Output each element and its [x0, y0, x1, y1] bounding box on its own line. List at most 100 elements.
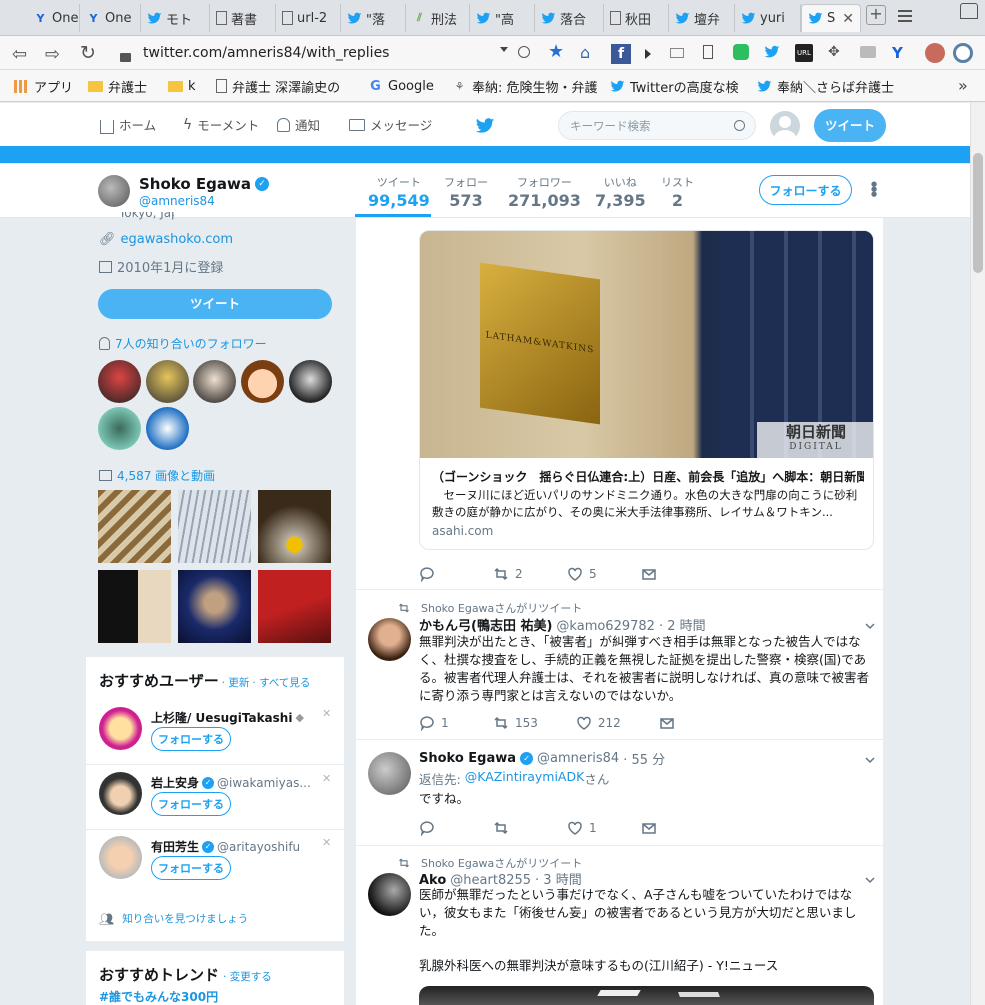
media-thumbnail[interactable] [98, 570, 171, 643]
media-thumbnail[interactable] [258, 570, 331, 643]
tweet-avatar[interactable] [368, 873, 411, 916]
address-bar[interactable]: twitter.com/amneris84/with_replies [110, 40, 540, 66]
profile-name[interactable]: Shoko Egawa ✓ [139, 175, 269, 193]
search-icon[interactable] [734, 120, 745, 131]
browser-tab[interactable]: S ✕ [801, 4, 861, 32]
tab-list-icon[interactable] [898, 10, 912, 22]
dismiss-icon[interactable]: ✕ [322, 772, 331, 785]
browser-tab[interactable]: yuri [735, 4, 801, 32]
media-thumbnail[interactable] [98, 490, 171, 563]
retweet-button[interactable]: 2 [493, 566, 529, 582]
profile-stat[interactable]: ツイート 99,549 [368, 174, 430, 210]
known-followers-text[interactable]: 7人の知り合いのフォロワー [115, 335, 267, 352]
profile-handle[interactable]: @amneris84 [139, 194, 215, 208]
media-thumbnail[interactable] [178, 490, 251, 563]
nav-notifications[interactable]: 通知 [277, 115, 320, 134]
follower-avatar[interactable] [146, 407, 189, 450]
bookmark-item[interactable]: 弁護士 [88, 77, 147, 96]
suggested-follow-button[interactable]: フォローする [151, 856, 231, 880]
follower-avatar[interactable] [146, 360, 189, 403]
facebook-icon[interactable]: f [611, 44, 631, 64]
suggested-user-avatar[interactable] [99, 707, 142, 750]
profile-stat[interactable]: フォロワー 271,093 [508, 174, 581, 210]
close-icon[interactable]: ✕ [842, 11, 854, 27]
bookmark-item[interactable]: アプリ [14, 77, 73, 96]
y-ext-icon[interactable]: Y [892, 44, 903, 62]
twitter-bird-logo[interactable] [474, 116, 496, 136]
media-link-text[interactable]: 4,587 画像と動画 [117, 467, 215, 484]
zoom-icon[interactable] [518, 46, 530, 58]
known-followers-link[interactable]: 7人の知り合いのフォロワー [99, 335, 267, 352]
twitter-ext-icon[interactable] [764, 44, 780, 60]
find-friends-text[interactable]: 知り合いを見つけましょう [122, 911, 248, 926]
suggested-user-handle[interactable]: @iwakamiyas... [217, 776, 311, 790]
browser-tab[interactable]: Y One [27, 4, 80, 32]
follower-avatar[interactable] [241, 360, 284, 403]
url-shortener-icon[interactable]: URL [795, 44, 813, 62]
profile-follow-button[interactable]: フォローする [759, 175, 852, 205]
browser-tab[interactable]: "高 [470, 4, 535, 32]
reply-button[interactable] [419, 820, 455, 836]
like-button[interactable]: 1 [567, 820, 603, 836]
bookmark-item[interactable]: ⚘ 奉納: 危険生物・弁護 [452, 77, 598, 96]
shirt-icon[interactable] [960, 3, 978, 19]
browser-tab[interactable]: 落合 [535, 4, 604, 32]
view-all-link[interactable]: · すべて見る [252, 675, 310, 690]
bookmark-star-icon[interactable]: ★ [548, 41, 564, 62]
page-scrollbar[interactable] [970, 103, 985, 1005]
nav-home[interactable]: ホーム [100, 115, 156, 134]
tweet[interactable]: Shoko Egawaさんがリツイート かもん弓(鴨志田 祐美) @kamo62… [356, 591, 885, 740]
follower-avatar[interactable] [193, 360, 236, 403]
tweet[interactable]: Shoko Egawaさんがリツイート Ako @heart8255 · 3 時… [356, 847, 885, 1005]
dm-button[interactable] [641, 566, 677, 582]
tweet-avatar[interactable] [368, 618, 411, 661]
follower-avatar[interactable] [98, 407, 141, 450]
url-dropdown-icon[interactable] [500, 47, 508, 52]
follower-avatar[interactable] [289, 360, 332, 403]
extension-icon[interactable] [860, 46, 876, 58]
chevron-down-icon[interactable] [865, 875, 875, 885]
tweet[interactable]: LATHAM&WATKINS 朝日新聞 DIGITAL （ゴーンショック 揺らぐ… [356, 218, 885, 590]
suggested-user-name[interactable]: 有田芳生 [151, 838, 199, 855]
reply-button[interactable]: 1 [419, 715, 455, 731]
tweet-author-handle[interactable]: @amneris84 [537, 751, 619, 766]
bookmark-item[interactable]: 奉納＼さらば弁護士 [757, 77, 894, 96]
play-icon[interactable] [645, 49, 651, 59]
like-button[interactable]: 5 [567, 566, 603, 582]
dm-button[interactable] [641, 820, 677, 836]
suggested-user-handle[interactable]: @aritayoshifu [217, 840, 300, 854]
suggested-user-name[interactable]: 岩上安身 [151, 774, 199, 791]
bookmark-icon[interactable] [703, 45, 713, 59]
trends-change-link[interactable]: · 変更する [223, 969, 272, 984]
suggested-user-avatar[interactable] [99, 836, 142, 879]
nav-messages[interactable]: メッセージ [349, 115, 432, 134]
tweet-author-name[interactable]: かもん弓(鴨志田 祐美) [419, 615, 552, 634]
profile-avatar-small[interactable] [98, 175, 130, 207]
refresh-link[interactable]: · 更新 [222, 675, 250, 690]
bookmark-item[interactable]: G Google [368, 77, 434, 95]
follower-avatar[interactable] [98, 360, 141, 403]
bookmark-item[interactable]: 弁護士 深澤諭史の [216, 77, 340, 96]
suggested-user-avatar[interactable] [99, 772, 142, 815]
tweet-timestamp[interactable]: · 2 時間 [659, 615, 706, 634]
dm-button[interactable] [659, 715, 695, 731]
more-options-icon[interactable]: ● ● ● [871, 181, 877, 198]
retweet-context-text[interactable]: Shoko Egawaさんがリツイート [421, 600, 582, 616]
evernote-icon[interactable] [733, 44, 749, 60]
nav-moments[interactable]: ϟ モーメント [183, 115, 259, 134]
trend-item[interactable]: #誰でもみんな300円 [99, 988, 218, 1005]
bookmark-folder-icon[interactable] [670, 48, 684, 58]
reply-button[interactable] [419, 566, 455, 582]
dismiss-icon[interactable]: ✕ [322, 707, 331, 720]
profile-website-text[interactable]: egawashoko.com [121, 232, 233, 247]
account-avatar[interactable] [770, 111, 800, 141]
card-title[interactable]: （ゴーンショック 揺らぐ日仏連合:上）日産、前会長「追放」へ脚本：朝日新聞... [432, 468, 864, 485]
bookmark-item[interactable]: k [168, 77, 196, 95]
new-tab-button[interactable]: + [866, 5, 886, 25]
chevron-down-icon[interactable] [865, 621, 875, 631]
profile-website[interactable]: 🔗︎ egawashoko.com [99, 232, 233, 247]
tweet-media-image[interactable] [419, 986, 874, 1005]
sidebar-tweet-button[interactable]: ツイート [98, 289, 332, 319]
browser-tab[interactable]: "落 [341, 4, 406, 32]
find-friends-link[interactable]: 👥︎ 知り合いを見つけましょう [99, 911, 248, 926]
